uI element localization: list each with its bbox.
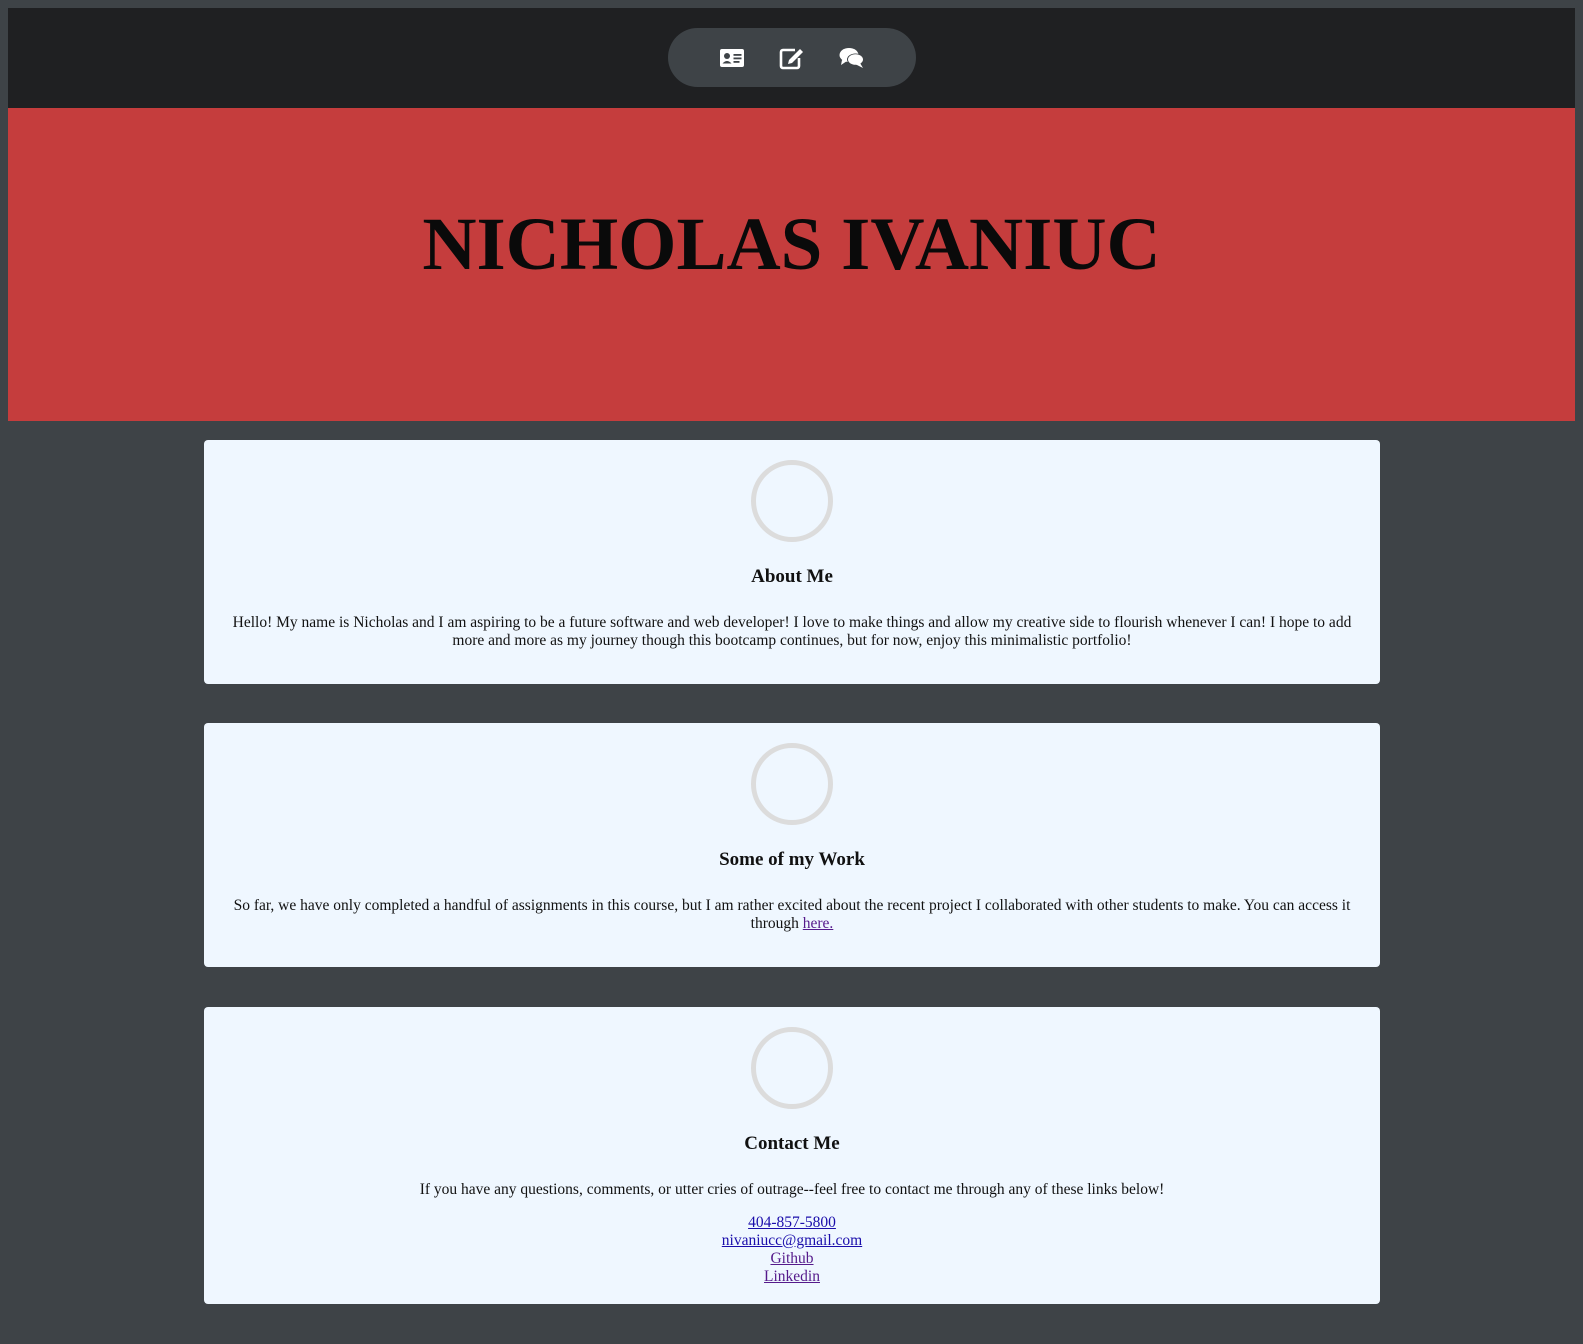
about-card: About Me Hello! My name is Nicholas and … bbox=[204, 440, 1380, 684]
nav-contact-button[interactable] bbox=[835, 41, 869, 75]
work-image-placeholder bbox=[751, 743, 833, 825]
hero-banner: NICHOLAS IVANIUC bbox=[8, 108, 1575, 421]
hero-title: NICHOLAS IVANIUC bbox=[422, 202, 1161, 286]
github-link[interactable]: Github bbox=[770, 1250, 813, 1268]
contact-links: 404-857-5800 nivaniucc@gmail.com Github … bbox=[204, 1214, 1380, 1286]
nav-work-button[interactable] bbox=[775, 41, 809, 75]
linkedin-link[interactable]: Linkedin bbox=[764, 1268, 820, 1286]
contact-card: Contact Me If you have any questions, co… bbox=[204, 1007, 1380, 1304]
page-frame: NICHOLAS IVANIUC bbox=[8, 8, 1575, 421]
email-link[interactable]: nivaniucc@gmail.com bbox=[722, 1232, 862, 1250]
id-card-icon bbox=[720, 48, 744, 67]
contact-image-placeholder bbox=[751, 1027, 833, 1109]
contact-text: If you have any questions, comments, or … bbox=[419, 1181, 1165, 1198]
about-image-placeholder bbox=[751, 460, 833, 542]
work-text: So far, we have only completed a handful… bbox=[226, 897, 1358, 933]
nav-pill bbox=[668, 28, 916, 87]
phone-link[interactable]: 404-857-5800 bbox=[748, 1214, 836, 1232]
comments-icon bbox=[839, 47, 864, 68]
work-text-body: So far, we have only completed a handful… bbox=[233, 897, 1351, 932]
contact-heading: Contact Me bbox=[744, 1133, 840, 1154]
work-card: Some of my Work So far, we have only com… bbox=[204, 723, 1380, 967]
top-navbar bbox=[8, 8, 1575, 108]
work-project-link[interactable]: here. bbox=[803, 915, 834, 932]
work-heading: Some of my Work bbox=[719, 849, 865, 870]
edit-icon bbox=[779, 48, 803, 69]
about-heading: About Me bbox=[751, 566, 833, 587]
nav-about-button[interactable] bbox=[715, 41, 749, 75]
about-text: Hello! My name is Nicholas and I am aspi… bbox=[232, 614, 1352, 649]
